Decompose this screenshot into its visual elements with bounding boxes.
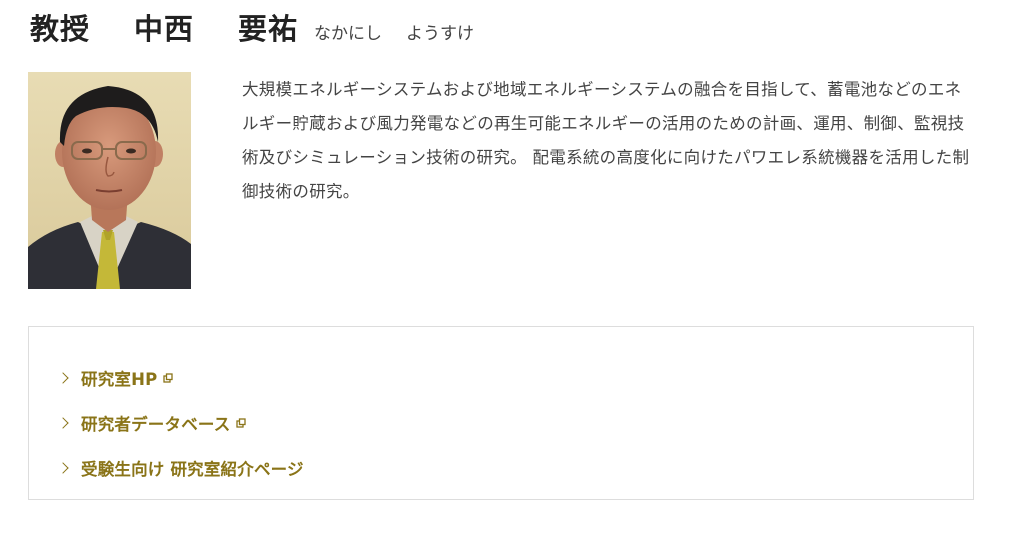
lab-intro-page-link[interactable]: 受験生向け 研究室紹介ページ — [81, 456, 304, 480]
link-list: 研究室HP 研究者データベース 受験生向け 研究室紹介ページ — [57, 355, 304, 490]
list-item: 研究者データベース — [57, 400, 304, 445]
given-name: 要祐 — [238, 12, 299, 46]
research-description: 大規模エネルギーシステムおよび地域エネルギーシステムの融合を目指して、蓄電池など… — [242, 80, 970, 201]
list-item: 研究室HP — [57, 355, 304, 400]
portrait-photo — [28, 72, 191, 289]
chevron-right-icon — [57, 372, 69, 384]
profile-header: 教授 中西 要祐 なかにし ようすけ — [30, 6, 498, 48]
given-name-kana: ようすけ — [406, 24, 475, 44]
links-panel: 研究室HP 研究者データベース 受験生向け 研究室紹介ページ — [28, 326, 974, 500]
external-link-icon — [236, 417, 247, 428]
researcher-database-link[interactable]: 研究者データベース — [81, 411, 230, 435]
external-link-icon — [163, 372, 174, 383]
position-title: 教授 — [30, 12, 91, 46]
surname-kana: なかにし — [314, 24, 383, 44]
chevron-right-icon — [57, 462, 69, 474]
lab-homepage-link[interactable]: 研究室HP — [81, 366, 157, 390]
chevron-right-icon — [57, 417, 69, 429]
surname: 中西 — [134, 12, 195, 46]
profile-page: 教授 中西 要祐 なかにし ようすけ 大規模エネルギーシステムおよび地域エネルギ… — [0, 0, 1014, 536]
list-item: 受験生向け 研究室紹介ページ — [57, 445, 304, 490]
